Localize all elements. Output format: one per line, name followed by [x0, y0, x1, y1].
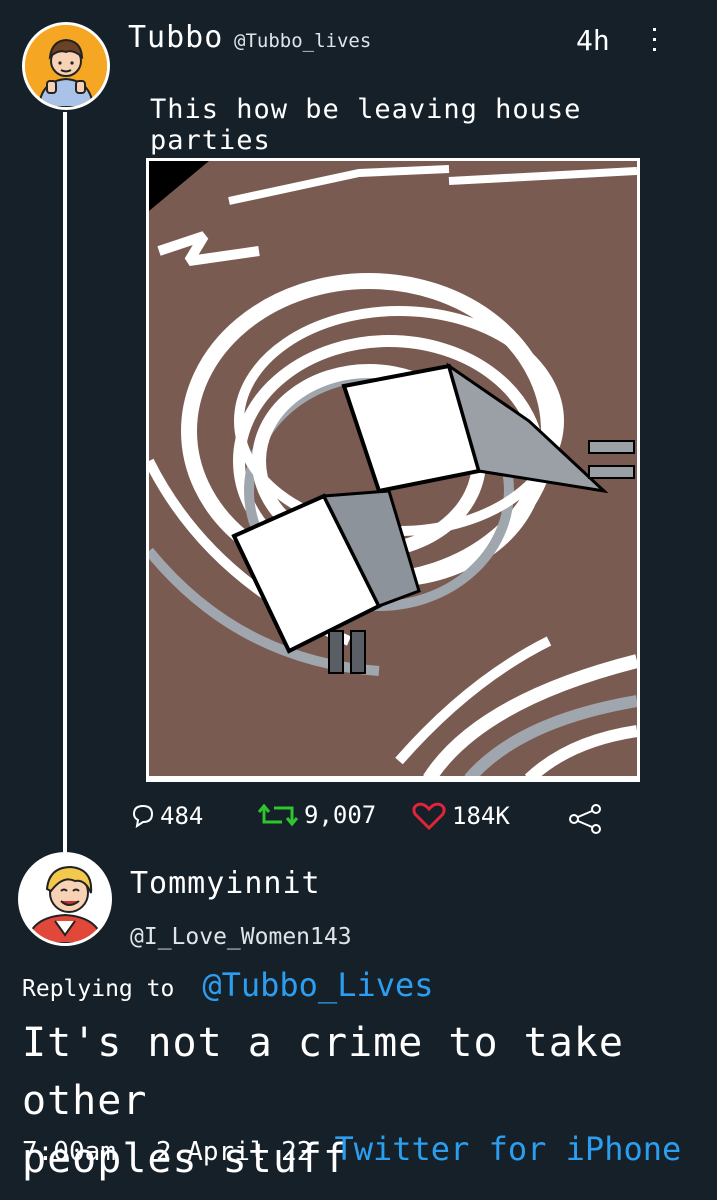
replying-to-line: Replying to @Tubbo_Lives	[22, 966, 434, 1004]
charger-cable-drawing	[149, 161, 637, 779]
tweet-text: This how be leaving house parties	[150, 94, 582, 156]
like-count[interactable]: 184K	[412, 802, 510, 830]
thread-line	[63, 112, 67, 852]
tubbo-avatar[interactable]	[22, 22, 110, 110]
retweet-count[interactable]: 9,007	[258, 800, 376, 830]
reply-meta: 7:00am 2 April 22 Twitter for iPhone	[22, 1130, 681, 1168]
share-icon[interactable]	[568, 804, 604, 838]
reply-icon	[132, 804, 154, 828]
reply-count-value: 484	[160, 802, 204, 830]
heart-icon	[412, 802, 446, 830]
tweet-time[interactable]: 4h	[576, 24, 610, 57]
reply-date[interactable]: 2 April 22	[156, 1137, 313, 1167]
reply-handle[interactable]: @I_Love_Women143	[130, 924, 352, 950]
retweet-icon	[258, 803, 298, 827]
reply-count[interactable]: 484	[132, 802, 203, 830]
tweet-image[interactable]	[146, 158, 640, 782]
like-count-value: 184K	[452, 802, 510, 830]
retweet-count-value: 9,007	[304, 801, 377, 829]
tubbo-avatar-art	[25, 25, 107, 107]
reply-source[interactable]: Twitter for iPhone	[334, 1130, 681, 1168]
reply-text-line-1: It's not a crime to take other	[22, 1020, 624, 1124]
reply-display-name[interactable]: Tommyinnit	[130, 866, 321, 901]
replying-to-mention[interactable]: @Tubbo_Lives	[202, 966, 433, 1004]
tommy-avatar[interactable]	[18, 852, 112, 946]
reply-time[interactable]: 7:00am	[22, 1137, 116, 1167]
tweet-handle[interactable]: @Tubbo_lives	[234, 30, 371, 52]
replying-to-label: Replying to	[22, 976, 175, 1002]
more-options-icon[interactable]	[650, 26, 658, 54]
tweet-display-name[interactable]: Tubbo	[128, 20, 223, 55]
tommy-avatar-art	[21, 855, 109, 943]
